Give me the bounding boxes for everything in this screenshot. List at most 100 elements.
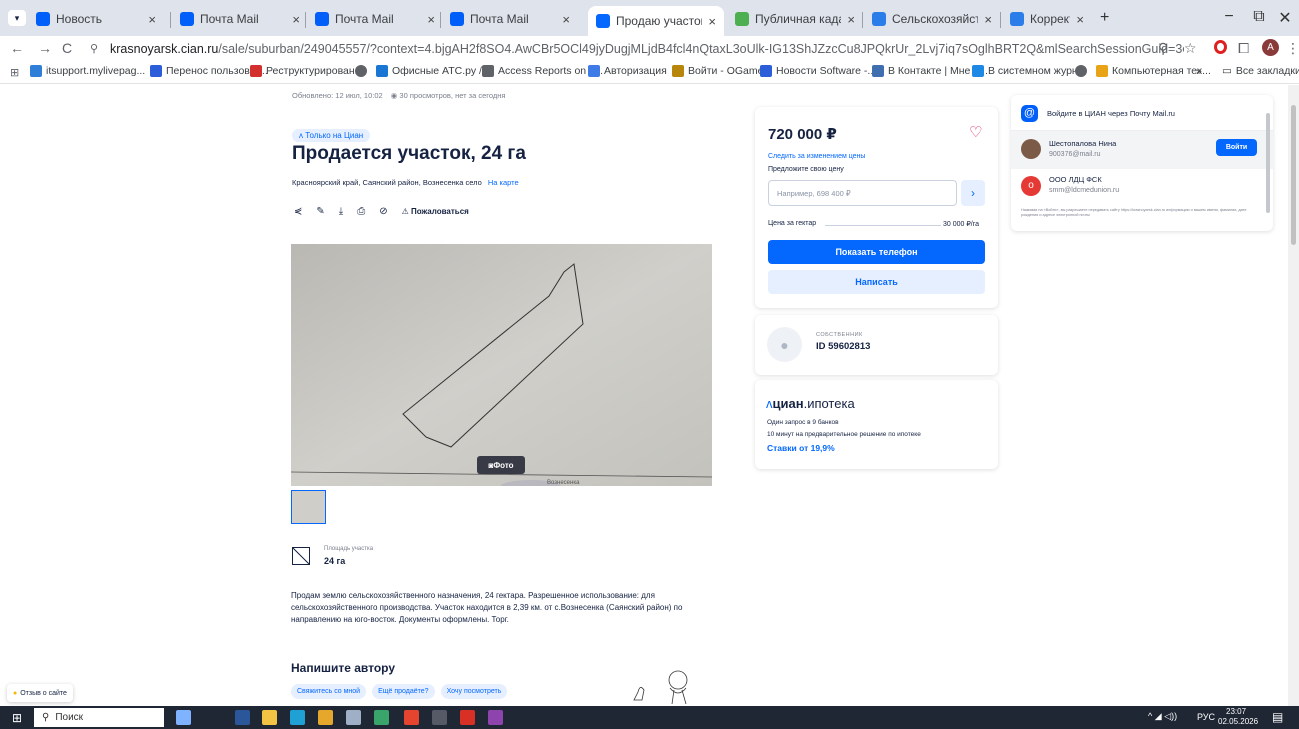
show-phone-button[interactable]: Показать телефон xyxy=(768,240,985,264)
more-bookmarks-button[interactable]: » xyxy=(1196,65,1202,77)
word-icon[interactable] xyxy=(235,710,250,725)
feedback-button[interactable]: ● Отзыв о сайте xyxy=(7,684,73,702)
browser-tab[interactable]: Корректирующий коэф × xyxy=(1002,6,1092,32)
url-field[interactable]: ⚲ krasnoyarsk.cian.ru/sale/suburban/2490… xyxy=(84,38,1184,60)
clock-date[interactable]: 02.05.2026 xyxy=(1218,717,1258,726)
photo-button[interactable]: ◙ Фото xyxy=(477,456,525,474)
account-row-2[interactable]: o ООО ЛДЦ ФСК smm@ldcmedunion.ru xyxy=(1011,170,1273,206)
browser-tab[interactable]: Почта Mail × xyxy=(307,6,443,32)
bookmark-item[interactable] xyxy=(1075,65,1091,77)
file-explorer-icon[interactable] xyxy=(262,710,277,725)
photos-icon[interactable] xyxy=(374,710,389,725)
tab-close-icon[interactable]: × xyxy=(562,12,570,27)
edge-icon[interactable] xyxy=(290,710,305,725)
settings-icon[interactable] xyxy=(346,710,361,725)
paint-icon[interactable] xyxy=(318,710,333,725)
acrobat-icon[interactable] xyxy=(460,710,475,725)
windows-start-icon[interactable]: ⊞ xyxy=(12,711,22,725)
taskbar-search[interactable]: ⚲ Поиск xyxy=(34,708,164,727)
extensions-icon[interactable]: ⧠ xyxy=(1238,40,1249,57)
edit-icon[interactable]: ✎ xyxy=(316,206,324,217)
share-icon[interactable]: ⋞ xyxy=(294,206,302,217)
copilot-icon[interactable] xyxy=(176,710,191,725)
browser-tab[interactable]: Почта Mail × xyxy=(172,6,308,32)
offer-input[interactable]: Например, 698 400 ₽ xyxy=(768,180,957,206)
scrollbar-thumb[interactable] xyxy=(1291,105,1296,245)
page-title: Продается участок, 24 га xyxy=(292,143,526,164)
tab-close-icon[interactable]: × xyxy=(148,12,156,27)
all-bookmarks-folder[interactable]: ▭ Все закладки xyxy=(1222,65,1299,77)
tab-close-icon[interactable]: × xyxy=(984,12,992,27)
bookmark-item[interactable]: В Контакте | Мне н... xyxy=(872,65,988,77)
dotted-leader xyxy=(825,225,941,226)
app-grid-icon[interactable] xyxy=(488,710,503,725)
chrome-icon[interactable] xyxy=(404,710,419,725)
bookmark-item[interactable]: Офисные АТС.ру /... xyxy=(376,65,491,77)
quick-reply-want-see[interactable]: Хочу посмотреть xyxy=(440,684,508,699)
bookmark-star-icon[interactable]: ☆ xyxy=(1184,40,1197,57)
tab-close-icon[interactable]: × xyxy=(708,14,716,29)
write-button[interactable]: Написать xyxy=(768,270,985,294)
favorite-heart-icon[interactable]: ♡ xyxy=(969,123,982,141)
quick-reply-still-selling[interactable]: Ещё продаёте? xyxy=(372,684,435,699)
back-icon[interactable]: ← xyxy=(10,40,24,56)
new-tab-button[interactable]: + xyxy=(1100,9,1109,27)
tab-close-icon[interactable]: × xyxy=(427,12,435,27)
minimize-icon[interactable]: − xyxy=(1214,8,1244,26)
follow-price-link[interactable]: Следить за изменением цены xyxy=(768,153,865,160)
bookmark-item[interactable]: Компьютерная тех... xyxy=(1096,65,1211,77)
bookmark-item[interactable]: В системном журн... xyxy=(972,65,1086,77)
print-icon[interactable]: ⎙ xyxy=(357,206,365,217)
main-photo[interactable]: Вознесенка ◙ Фото xyxy=(291,244,712,486)
login-button[interactable]: Войти xyxy=(1216,139,1257,156)
quick-reply-contact[interactable]: Свяжитесь со мной xyxy=(291,684,367,699)
complain-button[interactable]: ⚠ Пожаловаться xyxy=(402,207,469,216)
map-link[interactable]: На карте xyxy=(488,178,519,187)
browser-tab[interactable]: Сельскохозяйственные : × xyxy=(864,6,1000,32)
popup-scrollbar[interactable] xyxy=(1266,113,1270,213)
input-language[interactable]: РУС xyxy=(1197,712,1215,722)
zoom-icon[interactable]: ⚲ xyxy=(1158,40,1168,57)
bookmark-favicon xyxy=(760,65,772,77)
apps-icon[interactable]: ⊞ xyxy=(10,66,19,79)
bookmark-item[interactable]: Access Reports on k... xyxy=(482,65,603,77)
menu-icon[interactable]: ⋮ xyxy=(1286,40,1299,57)
clock-time[interactable]: 23:07 xyxy=(1226,707,1246,716)
tab-search-icon[interactable]: ▾ xyxy=(8,10,26,26)
bookmark-item[interactable] xyxy=(355,65,371,77)
tab-close-icon[interactable]: × xyxy=(1076,12,1084,27)
hide-icon[interactable]: ⊘ xyxy=(379,206,387,217)
bookmark-item[interactable]: Авторизация xyxy=(588,65,667,77)
offer-submit-button[interactable]: › xyxy=(961,180,985,206)
page-scrollbar[interactable] xyxy=(1288,85,1299,706)
forward-icon[interactable]: → xyxy=(38,40,52,56)
calculator-icon[interactable] xyxy=(432,710,447,725)
tray-icons[interactable]: ^ ◢ ◁)) xyxy=(1148,711,1177,722)
tab-close-icon[interactable]: × xyxy=(847,12,855,27)
browser-tab[interactable]: Публичная кадастрован × xyxy=(727,6,863,32)
close-window-icon[interactable]: ✕ xyxy=(1270,8,1299,28)
notification-icon[interactable]: ▤ xyxy=(1272,710,1283,724)
browser-tab[interactable]: Продаю участок 24га. Кр × xyxy=(588,6,724,36)
owner-card[interactable]: ● СОБСТВЕННИК ID 59602813 xyxy=(755,315,998,375)
badge-label: Только на Циан xyxy=(305,131,364,140)
bookmark-item[interactable]: Реструктурирован... xyxy=(250,65,363,77)
profile-avatar[interactable]: A xyxy=(1262,39,1279,56)
opera-extension-icon[interactable] xyxy=(1214,40,1227,54)
bookmark-item[interactable]: Войти - OGame xyxy=(672,65,763,77)
tab-close-icon[interactable]: × xyxy=(292,12,300,27)
browser-tab[interactable]: Новость × xyxy=(28,6,164,32)
download-icon[interactable]: ⤓ xyxy=(339,206,343,217)
account-row-1[interactable]: Шестопалова Нина 900376@mail.ru Войти xyxy=(1011,131,1273,169)
site-settings-icon[interactable]: ⚲ xyxy=(90,42,98,55)
tab-label: Публичная кадастрован xyxy=(755,12,841,26)
browser-tab[interactable]: Почта Mail × xyxy=(442,6,578,32)
bookmark-item[interactable]: Новости Software -... xyxy=(760,65,876,77)
bookmark-favicon xyxy=(588,65,600,77)
mail-icon xyxy=(450,12,464,26)
reload-icon[interactable]: C xyxy=(62,40,72,56)
bookmark-item[interactable]: itsupport.mylivepag... xyxy=(30,65,145,77)
photo-thumbnail[interactable] xyxy=(291,490,326,524)
mortgage-card[interactable]: ᴧциан.ипотека Один запрос в 9 банков 10 … xyxy=(755,380,998,469)
mortgage-rate-link[interactable]: Ставки от 19,9% xyxy=(767,443,835,453)
